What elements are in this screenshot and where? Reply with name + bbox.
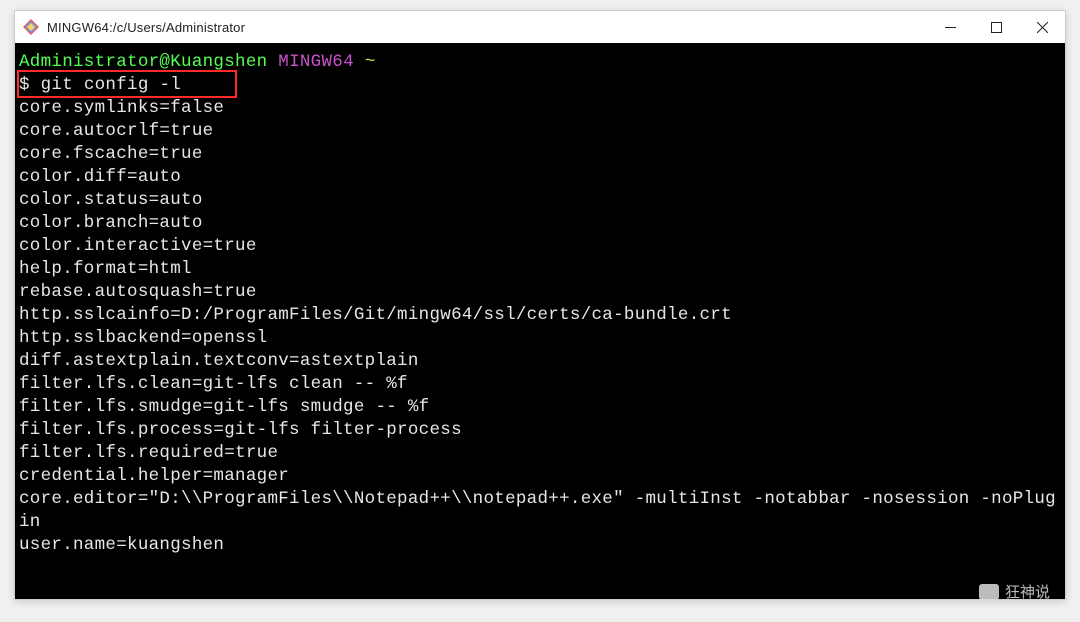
- output-line: color.status=auto: [19, 189, 1061, 212]
- output-line: credential.helper=manager: [19, 465, 1061, 488]
- output-line: filter.lfs.required=true: [19, 442, 1061, 465]
- titlebar[interactable]: MINGW64:/c/Users/Administrator: [15, 11, 1065, 43]
- output-line: core.autocrlf=true: [19, 120, 1061, 143]
- prompt-line: Administrator@Kuangshen MINGW64 ~: [19, 51, 1061, 74]
- output-line: color.diff=auto: [19, 166, 1061, 189]
- window-title: MINGW64:/c/Users/Administrator: [47, 20, 927, 35]
- minimize-button[interactable]: [927, 11, 973, 43]
- command-line: $ git config -l: [19, 74, 1061, 97]
- close-button[interactable]: [1019, 11, 1065, 43]
- output-line: rebase.autosquash=true: [19, 281, 1061, 304]
- output-line: core.symlinks=false: [19, 97, 1061, 120]
- command-text: git config -l: [41, 75, 181, 95]
- output-line: filter.lfs.process=git-lfs filter-proces…: [19, 419, 1061, 442]
- window-frame: MINGW64:/c/Users/Administrator Administr…: [14, 10, 1066, 600]
- output-line: core.fscache=true: [19, 143, 1061, 166]
- maximize-button[interactable]: [973, 11, 1019, 43]
- terminal-area[interactable]: Administrator@Kuangshen MINGW64 ~ $ git …: [15, 43, 1065, 599]
- prompt-user-host: Administrator@Kuangshen: [19, 52, 267, 72]
- output-line: color.branch=auto: [19, 212, 1061, 235]
- output-line: http.sslcainfo=D:/ProgramFiles/Git/mingw…: [19, 304, 1061, 327]
- prompt-symbol: $: [19, 75, 30, 95]
- window-controls: [927, 11, 1065, 43]
- output-line: filter.lfs.clean=git-lfs clean -- %f: [19, 373, 1061, 396]
- app-icon: [23, 19, 39, 35]
- output-line: diff.astextplain.textconv=astextplain: [19, 350, 1061, 373]
- output-line: core.editor="D:\\ProgramFiles\\Notepad++…: [19, 488, 1061, 534]
- prompt-system: MINGW64: [278, 52, 354, 72]
- output-line: color.interactive=true: [19, 235, 1061, 258]
- output-line: http.sslbackend=openssl: [19, 327, 1061, 350]
- prompt-path: ~: [365, 52, 376, 72]
- output-line: user.name=kuangshen: [19, 534, 1061, 557]
- output-line: help.format=html: [19, 258, 1061, 281]
- output-line: filter.lfs.smudge=git-lfs smudge -- %f: [19, 396, 1061, 419]
- output-container: core.symlinks=falsecore.autocrlf=truecor…: [19, 97, 1061, 557]
